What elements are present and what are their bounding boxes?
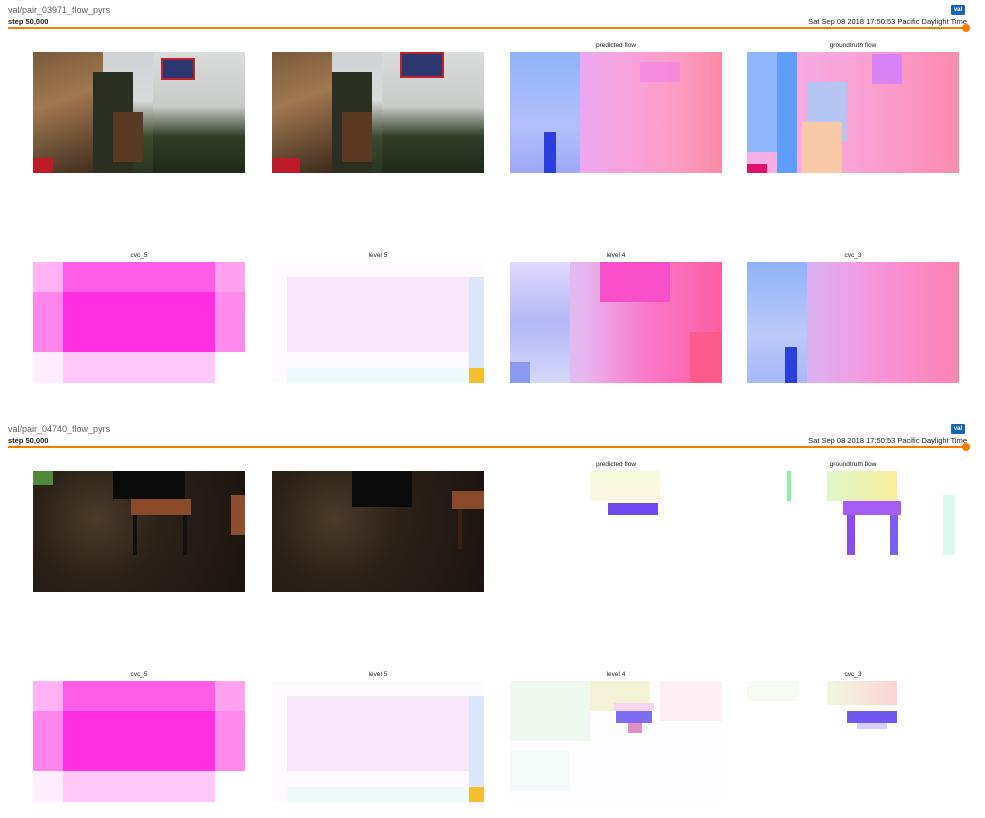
image-tile-predicted-flow: [510, 52, 722, 173]
tile-label-cvc3: cvc_3: [844, 252, 862, 259]
tile-label-cvc5: cvc_5: [130, 252, 148, 259]
tile-label-level4: level 4: [606, 252, 626, 259]
timestamp: Sat Sep 08 2018 17:50:53 Pacific Dayligh…: [808, 436, 967, 445]
image-tile-cvc3: [747, 681, 959, 802]
step-slider-handle[interactable]: [962, 24, 970, 32]
step-label: step 50,000: [8, 436, 49, 445]
tile-label-cvc3: cvc_3: [844, 671, 862, 678]
card-title: val/pair_03971_flow_pyrs: [8, 5, 111, 15]
image-tile-groundtruth-flow: [747, 52, 959, 173]
image-tile-level4: [510, 262, 722, 383]
image-tile-first-frame: [33, 52, 245, 173]
tile-label-level4: level 4: [606, 671, 626, 678]
image-tile-level5: [272, 681, 484, 802]
tile-label-predicted-flow: predicted flow: [595, 461, 637, 468]
step-slider-track[interactable]: [8, 27, 966, 29]
image-tile-cvc5: [33, 681, 245, 802]
timestamp: Sat Sep 08 2018 17:50:53 Pacific Dayligh…: [808, 17, 967, 26]
val-badge[interactable]: val: [951, 424, 965, 434]
image-tile-first-frame: [33, 471, 245, 592]
val-badge[interactable]: val: [951, 5, 965, 15]
tile-label-groundtruth-flow: groundtruth flow: [829, 42, 877, 49]
tile-label-level5: level 5: [368, 671, 388, 678]
image-tile-groundtruth-flow: [747, 471, 959, 592]
image-tile-level5: [272, 262, 484, 383]
image-tile-second-frame: [272, 471, 484, 592]
image-tile-cvc3: [747, 262, 959, 383]
tile-label-predicted-flow: predicted flow: [595, 42, 637, 49]
image-tile-second-frame: [272, 52, 484, 173]
step-slider-handle[interactable]: [962, 443, 970, 451]
step-label: step 50,000: [8, 17, 49, 26]
step-slider-track[interactable]: [8, 446, 966, 448]
card-title: val/pair_04740_flow_pyrs: [8, 424, 111, 434]
image-tile-level4: [510, 681, 722, 802]
tile-label-level5: level 5: [368, 252, 388, 259]
image-tile-cvc5: [33, 262, 245, 383]
tile-label-groundtruth-flow: groundtruth flow: [829, 461, 877, 468]
tile-label-cvc5: cvc_5: [130, 671, 148, 678]
image-tile-predicted-flow: [510, 471, 722, 592]
